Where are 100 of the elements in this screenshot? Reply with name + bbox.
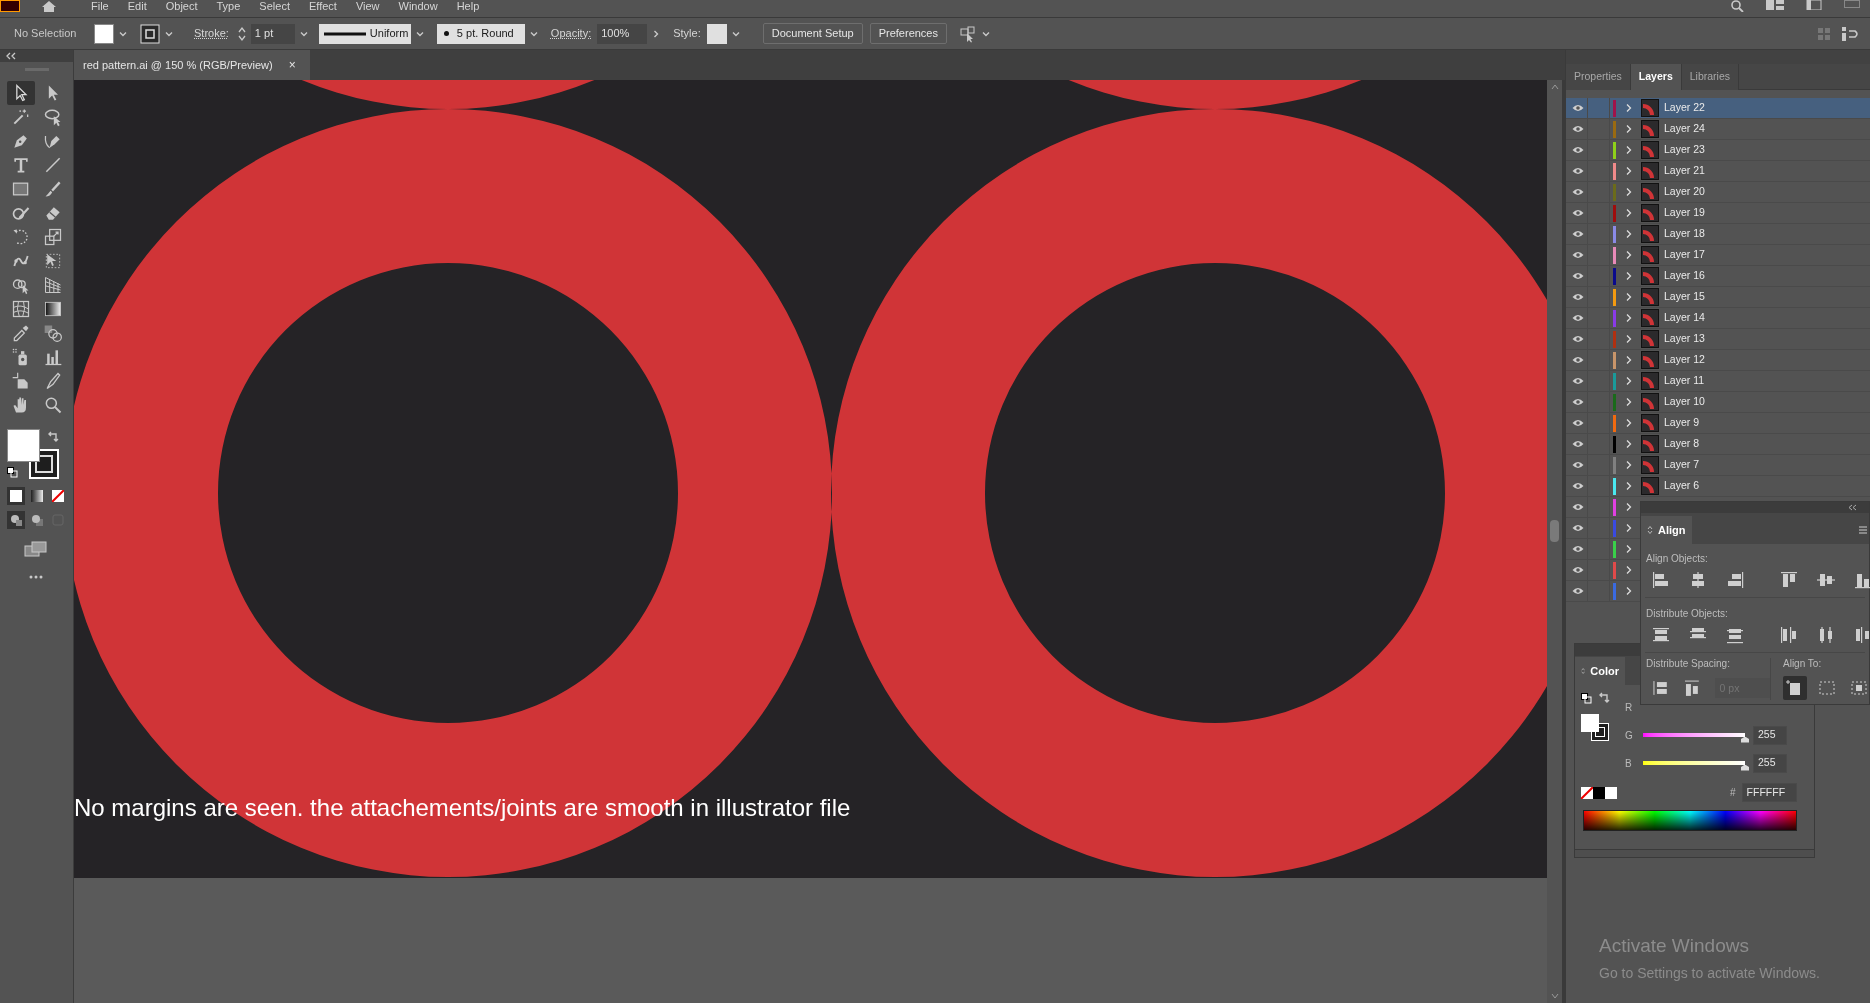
panel-tab[interactable]: Color <box>1575 657 1625 685</box>
workspace-icon[interactable] <box>1766 0 1784 10</box>
chevron-right-icon[interactable] <box>1625 544 1633 554</box>
eye-icon[interactable] <box>1571 272 1584 280</box>
layer-row[interactable]: Layer 24 <box>1566 119 1870 140</box>
distribute-top-icon[interactable] <box>1651 626 1671 644</box>
eye-icon[interactable] <box>1571 209 1584 217</box>
scroll-down-icon[interactable] <box>1550 993 1559 999</box>
align-top-icon[interactable] <box>1779 571 1799 589</box>
panel-tab[interactable]: Libraries <box>1681 64 1739 90</box>
channel-value-field[interactable]: 255 <box>1753 753 1787 773</box>
panel-tab[interactable]: Layers <box>1630 64 1682 90</box>
menu-item[interactable]: View <box>355 0 380 12</box>
chevron-right-icon[interactable] <box>1625 376 1633 386</box>
search-icon[interactable] <box>1730 0 1744 12</box>
expand-collapse-icon[interactable] <box>1581 666 1586 676</box>
layer-row[interactable]: Layer 14 <box>1566 308 1870 329</box>
eye-icon[interactable] <box>1571 545 1584 553</box>
chevron-right-icon[interactable] <box>1625 418 1633 428</box>
chevron-right-icon[interactable] <box>1625 334 1633 344</box>
layer-row[interactable]: Layer 17 <box>1566 245 1870 266</box>
chevron-right-icon[interactable] <box>1625 439 1633 449</box>
style-swatch[interactable] <box>706 23 727 44</box>
eye-icon[interactable] <box>1571 461 1584 469</box>
eye-icon[interactable] <box>1571 104 1584 112</box>
chevron-right-icon[interactable] <box>1625 292 1633 302</box>
color-mode-icon[interactable] <box>7 487 25 505</box>
expand-collapse-icon[interactable] <box>1647 525 1653 535</box>
collapse-icon[interactable] <box>6 52 16 60</box>
chevron-right-icon[interactable] <box>1625 397 1633 407</box>
snap-icon[interactable] <box>1842 26 1860 41</box>
distribute-right-icon[interactable] <box>1853 626 1870 644</box>
draw-normal-icon[interactable] <box>7 511 25 529</box>
color-spectrum[interactable] <box>1583 810 1797 831</box>
hex-value-field[interactable]: FFFFFF <box>1741 783 1797 802</box>
slider-thumb[interactable] <box>1741 764 1749 771</box>
align-left-icon[interactable] <box>1651 571 1671 589</box>
layer-row[interactable]: Layer 7 <box>1566 455 1870 476</box>
layer-row[interactable]: Layer 8 <box>1566 434 1870 455</box>
gradient-mode-icon[interactable] <box>28 487 46 505</box>
toolbar-button[interactable]: Document Setup <box>762 23 863 44</box>
distribute-bottom-icon[interactable] <box>1725 626 1745 644</box>
fill-stroke-icon[interactable] <box>1581 693 1592 704</box>
menu-item[interactable]: Select <box>259 0 290 12</box>
chevron-right-icon[interactable] <box>1625 502 1633 512</box>
document-tab[interactable]: red pattern.ai @ 150 % (RGB/Preview) × <box>74 50 310 80</box>
channel-value-field[interactable]: 255 <box>1753 725 1787 745</box>
eye-icon[interactable] <box>1571 398 1584 406</box>
eye-icon[interactable] <box>1571 146 1584 154</box>
eye-icon[interactable] <box>1571 566 1584 574</box>
fill-stroke-swatches[interactable] <box>1581 714 1609 741</box>
layer-row[interactable]: Layer 6 <box>1566 476 1870 497</box>
eye-icon[interactable] <box>1571 377 1584 385</box>
eye-icon[interactable] <box>1571 503 1584 511</box>
layer-row[interactable]: Layer 20 <box>1566 182 1870 203</box>
eye-icon[interactable] <box>1571 356 1584 364</box>
eye-icon[interactable] <box>1571 440 1584 448</box>
chevron-right-icon[interactable] <box>1625 208 1633 218</box>
menu-item[interactable]: File <box>91 0 109 12</box>
eye-icon[interactable] <box>1571 587 1584 595</box>
menu-item[interactable]: Effect <box>308 0 337 12</box>
more-tools-icon[interactable] <box>29 575 43 579</box>
eye-icon[interactable] <box>1571 125 1584 133</box>
layer-row[interactable]: Layer 16 <box>1566 266 1870 287</box>
layer-row[interactable]: Layer 22 <box>1566 98 1870 119</box>
chevron-right-icon[interactable] <box>1625 460 1633 470</box>
eye-icon[interactable] <box>1571 188 1584 196</box>
layer-row[interactable]: Layer 15 <box>1566 287 1870 308</box>
eye-icon[interactable] <box>1571 524 1584 532</box>
eye-icon[interactable] <box>1571 482 1584 490</box>
chevron-right-icon[interactable] <box>1625 586 1633 596</box>
distribute-left-icon[interactable] <box>1779 626 1799 644</box>
fill-stroke-swatches[interactable] <box>7 429 59 479</box>
layer-row[interactable] <box>1566 518 1640 539</box>
slider-thumb[interactable] <box>1741 736 1749 743</box>
close-tab-button[interactable]: × <box>288 56 296 74</box>
toolbar-button[interactable]: Preferences <box>869 23 947 44</box>
chevron-right-icon[interactable] <box>1625 145 1633 155</box>
brush-dropdown[interactable]: 5 pt. Round <box>436 23 525 44</box>
layer-row[interactable]: Layer 11 <box>1566 371 1870 392</box>
chevron-right-icon[interactable] <box>1625 229 1633 239</box>
fill-swatch[interactable] <box>94 23 114 44</box>
layer-row[interactable]: Layer 23 <box>1566 140 1870 161</box>
menu-item[interactable]: Edit <box>127 0 147 12</box>
chevron-right-icon[interactable] <box>1625 313 1633 323</box>
menu-item[interactable]: Window <box>398 0 438 12</box>
menu-item[interactable]: Type <box>216 0 241 12</box>
swap-icon[interactable] <box>47 431 59 443</box>
chevron-right-icon[interactable] <box>1625 565 1633 575</box>
none-mode-icon[interactable] <box>49 487 67 505</box>
align-bottom-icon[interactable] <box>1853 571 1870 589</box>
chevron-right-icon[interactable] <box>1625 250 1633 260</box>
menu-item[interactable]: Object <box>165 0 198 12</box>
eye-icon[interactable] <box>1571 419 1584 427</box>
chevron-right-icon[interactable] <box>1625 187 1633 197</box>
panel-tab[interactable]: Properties <box>1566 64 1631 90</box>
layer-row[interactable] <box>1566 560 1640 581</box>
layer-row[interactable]: Layer 12 <box>1566 350 1870 371</box>
home-icon[interactable] <box>40 0 58 12</box>
layer-row[interactable]: Layer 19 <box>1566 203 1870 224</box>
